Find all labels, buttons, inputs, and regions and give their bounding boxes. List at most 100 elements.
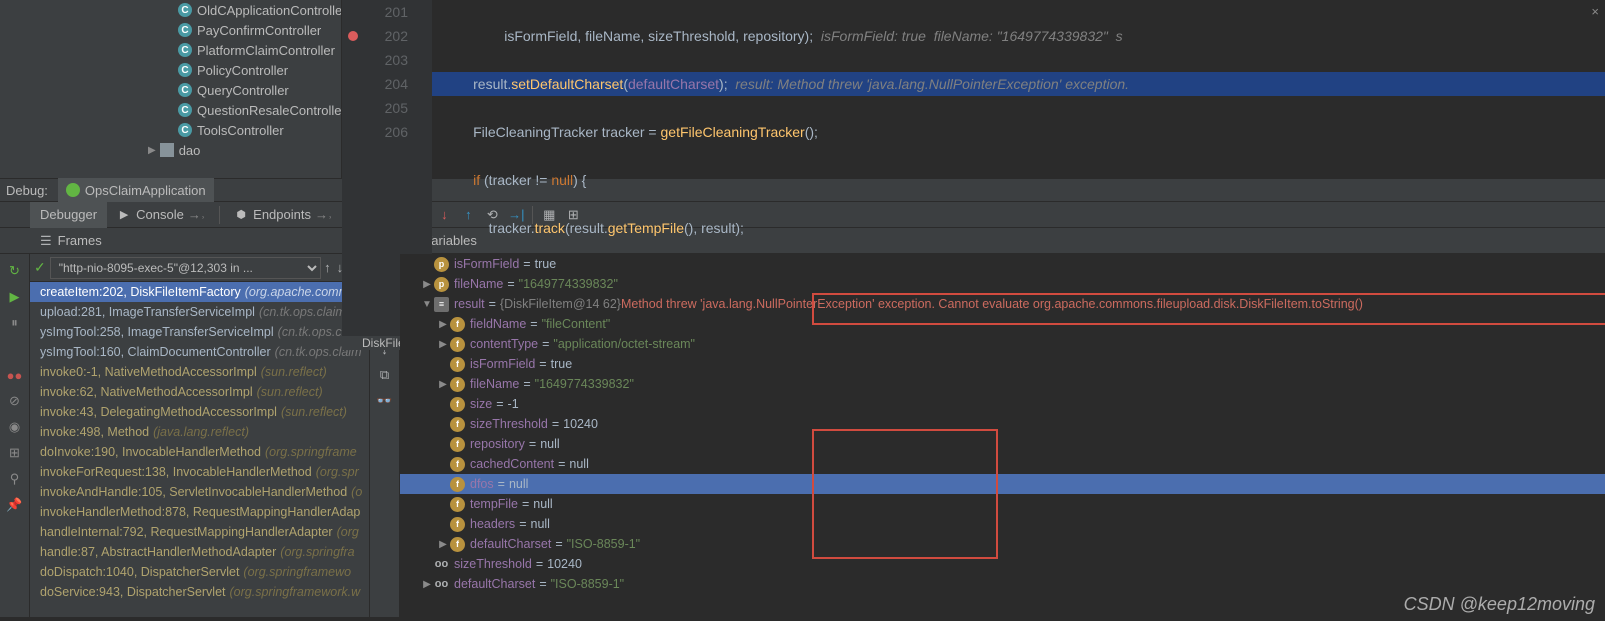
tree-label: dao	[179, 143, 201, 158]
prev-frame-icon[interactable]: ↑	[324, 260, 331, 275]
variable-row[interactable]: frepository = null	[400, 434, 1605, 454]
variable-row[interactable]: fheaders = null	[400, 514, 1605, 534]
tree-item[interactable]: C PayConfirmController	[0, 20, 341, 40]
variable-row[interactable]: ▶ffieldName = "fileContent"	[400, 314, 1605, 334]
variable-row[interactable]: fsize = -1	[400, 394, 1605, 414]
pause-icon[interactable]: ⏸	[5, 313, 25, 333]
tab-endpoints[interactable]: ⬢Endpoints→˒	[224, 202, 342, 228]
variable-name: result	[454, 297, 485, 311]
frame-row[interactable]: invokeHandlerMethod:878, RequestMappingH…	[30, 502, 369, 522]
variable-value: "1649774339832"	[519, 277, 618, 291]
variables-panel[interactable]: pisFormField = true▶pfileName = "1649774…	[400, 254, 1605, 617]
tree-item[interactable]: CQuestionResaleController	[0, 100, 341, 120]
pushpin-icon[interactable]: 📌	[5, 495, 25, 515]
tree-item[interactable]: CPlatformClaimController	[0, 40, 341, 60]
frame-row[interactable]: invoke:498, Method(java.lang.reflect)	[30, 422, 369, 442]
variable-row[interactable]: ▶fcontentType = "application/octet-strea…	[400, 334, 1605, 354]
variable-value: "ISO-8859-1"	[567, 537, 641, 551]
frame-row[interactable]: doService:943, DispatcherServlet(org.spr…	[30, 582, 369, 602]
frames-panel[interactable]: ✓ "http-nio-8095-exec-5"@12,303 in ... ↑…	[30, 254, 370, 617]
tree-folder-dao[interactable]: ▶ dao	[0, 140, 341, 160]
tree-item[interactable]: CPolicyController	[0, 60, 341, 80]
variable-row[interactable]: ftempFile = null	[400, 494, 1605, 514]
folder-icon	[160, 143, 174, 157]
resume-icon[interactable]: ▶	[5, 287, 25, 307]
frame-row[interactable]: handle:87, AbstractHandlerMethodAdapter(…	[30, 542, 369, 562]
class-icon: C	[178, 83, 192, 97]
variable-row[interactable]: fsizeThreshold = 10240	[400, 414, 1605, 434]
variable-row[interactable]: ▶pfileName = "1649774339832"	[400, 274, 1605, 294]
variable-name: fileName	[470, 377, 519, 391]
camera-icon[interactable]: ◉	[5, 417, 25, 437]
class-icon: C	[178, 23, 192, 37]
tab-console[interactable]: ▶Console→˒	[107, 202, 215, 228]
variable-row[interactable]: oosizeThreshold = 10240	[400, 554, 1605, 574]
copy-icon[interactable]: ⧉	[375, 365, 395, 385]
code-editor[interactable]: × 201 202 203 204 205 206 isFormField, f…	[342, 0, 1605, 178]
variable-name: defaultCharset	[470, 537, 551, 551]
tab-debugger[interactable]: Debugger	[30, 202, 107, 228]
expand-icon[interactable]: ▶	[436, 539, 450, 550]
variable-name: size	[470, 397, 492, 411]
tree-label: OldCApplicationController	[197, 3, 342, 18]
frame-row[interactable]: ysImgTool:160, ClaimDocumentController(c…	[30, 342, 369, 362]
frame-row[interactable]: doInvoke:190, InvocableHandlerMethod(org…	[30, 442, 369, 462]
project-tree[interactable]: COldCApplicationControllerCPayConfirmCon…	[0, 0, 342, 178]
tree-item[interactable]: CToolsController	[0, 120, 341, 140]
variable-row[interactable]: fisFormField = true	[400, 354, 1605, 374]
frame-row[interactable]: invoke:62, NativeMethodAccessorImpl(sun.…	[30, 382, 369, 402]
variable-value: null	[531, 517, 550, 531]
variable-row[interactable]: pisFormField = true	[400, 254, 1605, 274]
frame-row[interactable]: ysImgTool:258, ImageTransferServiceImpl(…	[30, 322, 369, 342]
debug-config-tab[interactable]: OpsClaimApplication	[58, 178, 214, 202]
tree-label: PayConfirmController	[197, 23, 321, 38]
frames-list[interactable]: createItem:202, DiskFileItemFactory(org.…	[30, 282, 369, 617]
view-breakpoints-icon[interactable]: ●●	[5, 365, 25, 385]
variable-row[interactable]: ▼≡result = {DiskFileItem@14 62} Method t…	[400, 294, 1605, 314]
field-icon: p	[434, 277, 449, 292]
variable-row[interactable]: ▶fdefaultCharset = "ISO-8859-1"	[400, 534, 1605, 554]
variable-value: {DiskFileItem@14 62}	[500, 297, 621, 311]
variable-row[interactable]: ▶ffileName = "1649774339832"	[400, 374, 1605, 394]
expand-icon[interactable]: ▶	[420, 579, 434, 590]
debug-side-toolbar: ↻ ▶ ⏸ ●● ⊘ ◉ ⊞ ⚲ 📌	[0, 254, 30, 617]
endpoints-icon: ⬢	[234, 208, 248, 222]
expand-icon[interactable]: ▶	[436, 379, 450, 390]
frame-row[interactable]: invokeForRequest:138, InvocableHandlerMe…	[30, 462, 369, 482]
field-icon: f	[450, 397, 465, 412]
variable-name: fileName	[454, 277, 503, 291]
field-icon: f	[450, 377, 465, 392]
variable-row[interactable]: fcachedContent = null	[400, 454, 1605, 474]
tree-item[interactable]: CQueryController	[0, 80, 341, 100]
expand-icon[interactable]: ▶	[436, 319, 450, 330]
frame-row[interactable]: invoke:43, DelegatingMethodAccessorImpl(…	[30, 402, 369, 422]
variable-row[interactable]: fdfos = null	[400, 474, 1605, 494]
frame-row[interactable]: handleInternal:792, RequestMappingHandle…	[30, 522, 369, 542]
thread-dropdown[interactable]: "http-nio-8095-exec-5"@12,303 in ...	[50, 257, 321, 279]
variable-name: dfos	[470, 477, 494, 491]
field-icon: f	[450, 497, 465, 512]
field-icon: p	[434, 257, 449, 272]
glasses-icon[interactable]: 👓	[375, 391, 395, 411]
mute-breakpoints-icon[interactable]: ⊘	[5, 391, 25, 411]
frame-row[interactable]: invokeAndHandle:105, ServletInvocableHan…	[30, 482, 369, 502]
variable-value: "application/octet-stream"	[553, 337, 695, 351]
thread-selector[interactable]: ✓ "http-nio-8095-exec-5"@12,303 in ... ↑…	[30, 254, 369, 282]
variable-row[interactable]: ▶oodefaultCharset = "ISO-8859-1"	[400, 574, 1605, 594]
class-icon: C	[178, 103, 192, 117]
variable-name: tempFile	[470, 497, 518, 511]
object-icon: ≡	[434, 297, 449, 312]
expand-icon[interactable]: ▶	[436, 339, 450, 350]
tree-item[interactable]: COldCApplicationController	[0, 0, 341, 20]
breakpoint-icon[interactable]	[348, 31, 358, 41]
pin-icon[interactable]: ⚲	[5, 469, 25, 489]
rerun-icon[interactable]: ↻	[5, 261, 25, 281]
variable-name: contentType	[470, 337, 538, 351]
frame-row[interactable]: upload:281, ImageTransferServiceImpl(cn.…	[30, 302, 369, 322]
settings-icon[interactable]: ⊞	[5, 443, 25, 463]
frame-row[interactable]: invoke0:-1, NativeMethodAccessorImpl(sun…	[30, 362, 369, 382]
expand-icon[interactable]: ▼	[420, 299, 434, 310]
expand-icon[interactable]: ▶	[420, 279, 434, 290]
frame-row[interactable]: createItem:202, DiskFileItemFactory(org.…	[30, 282, 369, 302]
frame-row[interactable]: doDispatch:1040, DispatcherServlet(org.s…	[30, 562, 369, 582]
